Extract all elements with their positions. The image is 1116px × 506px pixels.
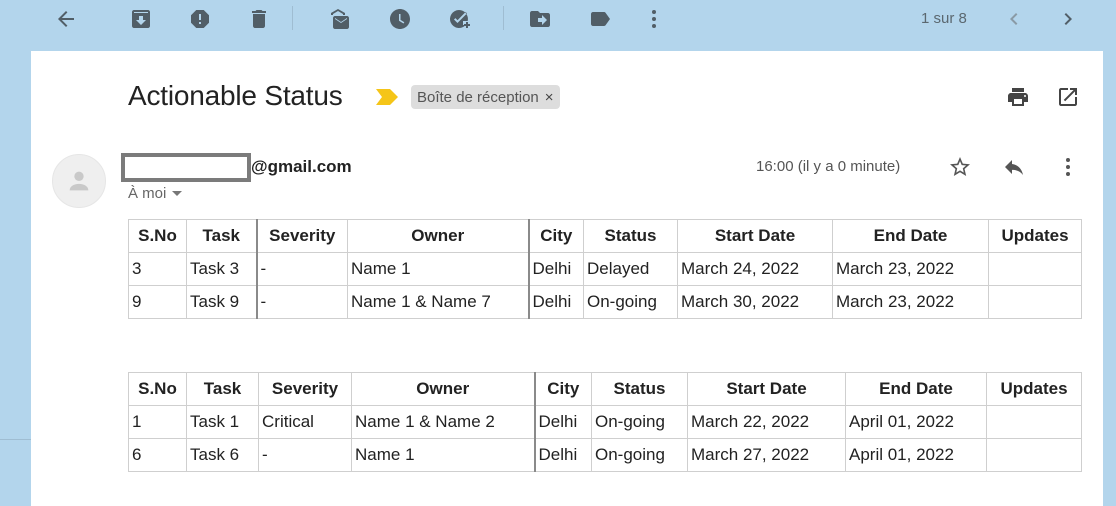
status-table-1: S.No Task Severity Owner City Status Sta… [128,219,1082,319]
table-cell: Delayed [583,252,678,286]
column-header: Status [583,219,678,253]
more-icon[interactable] [641,6,667,32]
table-cell: On-going [591,438,688,472]
table-cell: Name 1 & Name 2 [351,405,535,439]
archive-icon[interactable] [128,6,154,32]
reply-icon[interactable] [1001,154,1027,180]
more-options-icon[interactable] [1055,154,1081,180]
table-cell: Delhi [527,252,584,286]
column-header: Task [186,372,259,406]
column-header: Updates [986,372,1082,406]
open-in-new-window-icon[interactable] [1056,85,1082,111]
star-icon[interactable] [947,154,973,180]
table-cell: 9 [128,285,187,319]
report-spam-icon[interactable] [187,6,213,32]
column-header: S.No [128,219,187,253]
table-cell: Task 3 [186,252,257,286]
table-cell [988,252,1082,286]
sender-email: @gmail.com [251,157,352,176]
table-cell: March 30, 2022 [677,285,833,319]
back-arrow-icon[interactable] [53,6,79,32]
labels-icon[interactable] [587,6,613,32]
table-cell: - [258,438,352,472]
column-header: Updates [988,219,1082,253]
table-cell: Task 9 [186,285,257,319]
column-header: Severity [258,372,352,406]
person-icon [69,171,89,191]
table-cell: Delhi [527,285,584,319]
table-cell: March 23, 2022 [832,252,989,286]
column-header: City [527,219,584,253]
column-header: Status [591,372,688,406]
table-cell: Name 1 [351,438,535,472]
column-header: Owner [347,219,529,253]
print-icon[interactable] [1006,85,1032,111]
status-table-2: S.No Task Severity Owner City Status Sta… [128,372,1082,472]
table-cell: - [255,252,348,286]
toolbar-divider [503,6,504,30]
email-timestamp: 16:00 (il y a 0 minute) [756,158,901,175]
recipient-label: À moi [128,185,167,202]
table-cell: Task 1 [186,405,259,439]
sender-avatar[interactable] [52,154,106,208]
column-header: Owner [351,372,535,406]
table-cell: April 01, 2022 [845,438,987,472]
snooze-icon[interactable] [387,6,413,32]
table-cell: March 24, 2022 [677,252,833,286]
table-cell: March 22, 2022 [687,405,846,439]
table-cell: March 27, 2022 [687,438,846,472]
column-header: End Date [832,219,989,253]
next-icon[interactable] [1055,6,1081,32]
label-chip: Boîte de réception × [411,85,560,109]
mark-unread-icon[interactable] [327,6,353,32]
table-cell: On-going [583,285,678,319]
table-cell: 6 [128,438,187,472]
recipient-dropdown[interactable]: À moi [128,185,183,202]
table-cell: Task 6 [186,438,259,472]
add-to-tasks-icon[interactable] [446,6,472,32]
caret-down-icon [172,191,183,196]
table-cell [988,285,1082,319]
delete-icon[interactable] [246,6,272,32]
column-header: Start Date [677,219,833,253]
table-header-row: S.No Task Severity Owner City Status Sta… [128,219,1082,253]
table-row: 3 Task 3 - Name 1 Delhi Delayed March 24… [128,252,1082,286]
message-card: Actionable Status Boîte de réception × @… [31,51,1103,506]
table-cell: 3 [128,252,187,286]
table-cell: 1 [128,405,187,439]
remove-label-icon[interactable]: × [545,89,554,106]
toolbar-divider [292,6,293,30]
toolbar: 1 sur 8 [0,0,1116,38]
table-cell: Delhi [533,438,592,472]
email-subject: Actionable Status [128,80,343,111]
column-header: S.No [128,372,187,406]
move-to-icon[interactable] [527,6,553,32]
column-header: Start Date [687,372,846,406]
table-cell: Name 1 [347,252,529,286]
pager-count: 1 sur 8 [921,10,967,27]
table-cell: On-going [591,405,688,439]
table-cell: - [255,285,348,319]
table-cell: Critical [258,405,352,439]
table-row: 6 Task 6 - Name 1 Delhi On-going March 2… [128,438,1082,472]
column-header: City [533,372,592,406]
table-header-row: S.No Task Severity Owner City Status Sta… [128,372,1082,406]
table-cell [986,405,1082,439]
table-cell: Delhi [533,405,592,439]
column-header: Severity [255,219,348,253]
label-chip-text: Boîte de réception [417,88,539,106]
divider-line [0,439,31,440]
importance-marker-icon[interactable] [376,89,398,110]
table-cell [986,438,1082,472]
table-row: 9 Task 9 - Name 1 & Name 7 Delhi On-goin… [128,285,1082,319]
column-header: Task [186,219,257,253]
table-row: 1 Task 1 Critical Name 1 & Name 2 Delhi … [128,405,1082,439]
table-cell: April 01, 2022 [845,405,987,439]
column-header: End Date [845,372,987,406]
redacted-sender-name [121,153,251,182]
table-cell: Name 1 & Name 7 [347,285,529,319]
table-cell: March 23, 2022 [832,285,989,319]
previous-icon[interactable] [1001,6,1027,32]
